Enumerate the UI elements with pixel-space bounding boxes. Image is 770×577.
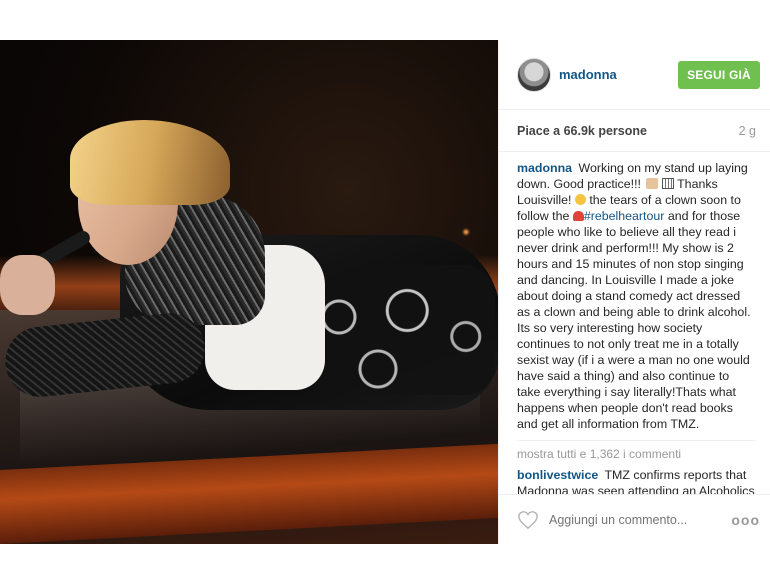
post-photo[interactable] (0, 40, 498, 544)
comments-section: madonna Working on my stand up laying do… (499, 152, 770, 494)
performer-hand (0, 255, 55, 315)
instagram-post: madonna SEGUI GIÀ Piace a 66.9k persone … (0, 40, 770, 544)
performer-pattern (300, 265, 495, 395)
likes-row: Piace a 66.9k persone 2 g (499, 110, 770, 152)
comment-author[interactable]: bonlivestwice (517, 468, 598, 482)
post-sidebar: madonna SEGUI GIÀ Piace a 66.9k persone … (498, 40, 770, 544)
caption: madonna Working on my stand up laying do… (517, 160, 756, 432)
laughing-emoji-icon (574, 194, 586, 205)
caption-author[interactable]: madonna (517, 161, 572, 175)
hashtag-link[interactable]: #rebelheartour (584, 209, 665, 223)
post-time[interactable]: 2 g (739, 124, 756, 138)
comment-input[interactable] (549, 512, 732, 527)
post-footer: ooo (499, 494, 770, 544)
cinema-icon (661, 178, 674, 189)
like-heart-icon[interactable] (517, 510, 539, 530)
username-link[interactable]: madonna (559, 67, 678, 82)
performer-hair (70, 120, 230, 205)
caption-text-4: and for those people who like to believe… (517, 209, 751, 431)
show-all-comments-link[interactable]: mostra tutti e 1,362 i commenti (517, 440, 756, 461)
comment: bonlivestwice TMZ confirms reports that … (517, 467, 756, 494)
more-options-icon[interactable]: ooo (731, 512, 760, 528)
follow-button[interactable]: SEGUI GIÀ (678, 60, 760, 89)
likes-count[interactable]: Piace a 66.9k persone (517, 124, 647, 138)
thumbs-up-icon (646, 178, 659, 189)
avatar[interactable] (517, 57, 551, 92)
heart-emoji-icon (572, 211, 584, 221)
post-header: madonna SEGUI GIÀ (499, 40, 770, 110)
